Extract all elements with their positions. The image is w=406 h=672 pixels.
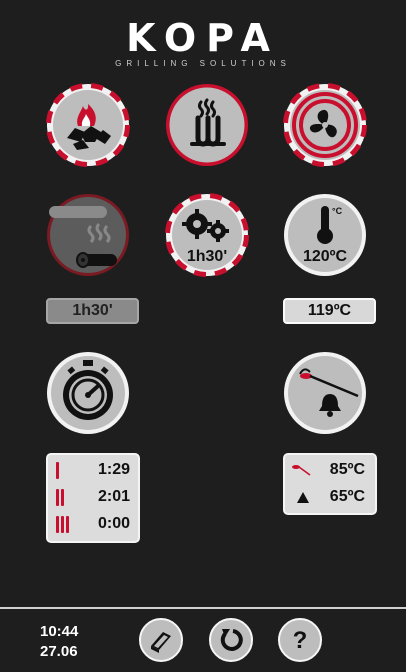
- probe-button[interactable]: [282, 350, 368, 436]
- timer-3-marker: [56, 516, 71, 534]
- timer-3-value: 0:00: [97, 515, 130, 532]
- logo-tagline: GRILLING SOLUTIONS: [115, 59, 291, 68]
- program-button[interactable]: 1h30': [164, 192, 250, 278]
- reset-button[interactable]: [209, 618, 253, 662]
- recipe-book-button[interactable]: [139, 618, 183, 662]
- timer-2-value: 2:01: [97, 488, 130, 505]
- temperature-button[interactable]: °C 120ºC: [282, 192, 368, 278]
- clock-time: 10:44: [40, 623, 79, 640]
- timer-row-3: 0:00: [48, 513, 138, 537]
- clock-date: 27.06: [40, 643, 78, 660]
- timer-1-value: 1:29: [97, 461, 130, 478]
- help-button[interactable]: ?: [278, 618, 322, 662]
- brand-logo: KOPA GRILLING SOLUTIONS: [0, 18, 406, 68]
- timers-panel: 1:29 2:01 0:00: [46, 453, 140, 543]
- help-icon: ?: [292, 627, 308, 654]
- program-time-label: 1h30': [186, 248, 228, 265]
- probe-panel: 85ºC 65ºC: [283, 453, 377, 515]
- timer-button[interactable]: [45, 350, 131, 436]
- heater-button[interactable]: [164, 82, 250, 168]
- logo-text: KOPA: [126, 16, 280, 60]
- smoke-button[interactable]: [45, 192, 131, 278]
- bottom-divider: [0, 607, 406, 609]
- svg-text:°C: °C: [332, 206, 343, 216]
- current-temp-readout: 119ºC: [283, 298, 376, 324]
- reset-icon: [220, 629, 243, 651]
- clock: 10:44 27.06: [40, 622, 78, 662]
- fan-button[interactable]: [282, 82, 368, 168]
- probe-small-icon: [292, 465, 311, 476]
- target-triangle-icon: [297, 492, 309, 503]
- probe-current-value: 85ºC: [329, 461, 365, 478]
- timer-1-marker: [56, 462, 61, 480]
- temperature-set-label: 120ºC: [302, 248, 348, 265]
- timer-row-1: 1:29: [48, 459, 138, 483]
- smoke-time-readout: 1h30': [46, 298, 139, 324]
- charcoal-button[interactable]: [45, 82, 131, 168]
- book-icon: [151, 632, 171, 653]
- timer-row-2: 2:01: [48, 486, 138, 510]
- timer-2-marker: [56, 489, 66, 507]
- probe-target-value: 65ºC: [329, 488, 365, 505]
